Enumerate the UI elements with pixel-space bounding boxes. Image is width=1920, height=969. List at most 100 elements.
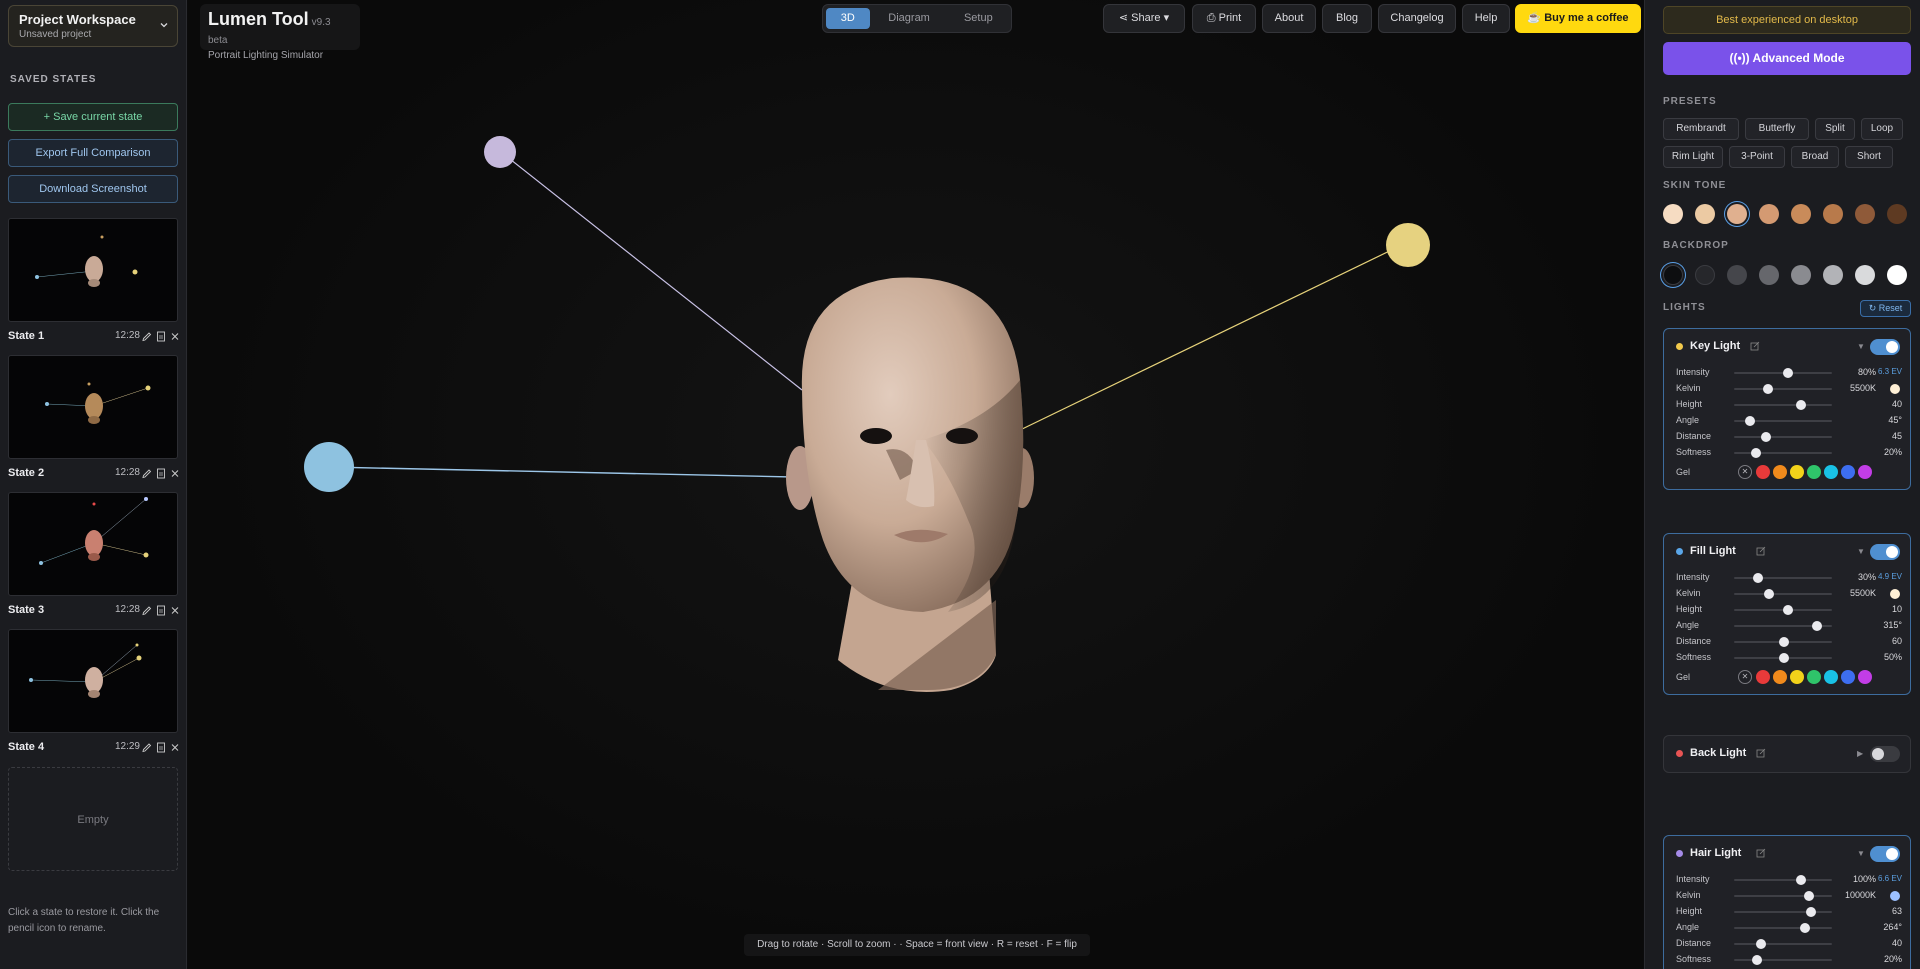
save-state-button[interactable]: + Save current state <box>8 103 178 131</box>
gel-color-swatch[interactable] <box>1824 670 1838 684</box>
skin-tone-swatch[interactable] <box>1887 204 1907 224</box>
backdrop-swatch[interactable] <box>1663 265 1683 285</box>
pencil-icon[interactable] <box>142 466 152 479</box>
light-toggle[interactable] <box>1870 339 1900 355</box>
intensity-slider-knob[interactable] <box>1752 573 1763 583</box>
kelvin-slider-knob[interactable] <box>1804 891 1815 901</box>
gel-color-swatch[interactable] <box>1790 465 1804 479</box>
distance-slider-knob[interactable] <box>1778 637 1789 647</box>
tab-diagram[interactable]: Diagram <box>870 8 949 29</box>
gel-color-swatch[interactable] <box>1807 670 1821 684</box>
distance-slider-track[interactable] <box>1734 436 1832 438</box>
kelvin-slider-track[interactable] <box>1734 895 1832 897</box>
gel-color-swatch[interactable] <box>1773 465 1787 479</box>
hair-light-source[interactable] <box>484 136 516 168</box>
gel-color-swatch[interactable] <box>1790 670 1804 684</box>
export-comparison-button[interactable]: Export Full Comparison <box>8 139 178 167</box>
backdrop-swatch[interactable] <box>1823 265 1843 285</box>
collapse-icon[interactable]: ▼ <box>1857 342 1865 351</box>
angle-slider-track[interactable] <box>1734 927 1832 929</box>
preset-split[interactable]: Split <box>1815 118 1855 140</box>
blog-button[interactable]: Blog <box>1322 4 1372 33</box>
document-icon[interactable] <box>156 603 166 616</box>
intensity-slider-knob[interactable] <box>1782 368 1793 378</box>
skin-tone-swatch[interactable] <box>1855 204 1875 224</box>
intensity-slider-track[interactable] <box>1734 879 1832 881</box>
softness-slider-track[interactable] <box>1734 959 1832 961</box>
angle-slider-knob[interactable] <box>1744 416 1755 426</box>
gel-color-swatch[interactable] <box>1858 465 1872 479</box>
scene-canvas[interactable] <box>188 0 1643 969</box>
skin-tone-swatch[interactable] <box>1791 204 1811 224</box>
preset-3-point[interactable]: 3-Point <box>1729 146 1785 168</box>
softness-slider-track[interactable] <box>1734 452 1832 454</box>
help-button[interactable]: Help <box>1462 4 1510 33</box>
reset-lights-button[interactable]: ↻ Reset <box>1860 300 1911 317</box>
gel-color-swatch[interactable] <box>1807 465 1821 479</box>
gel-color-swatch[interactable] <box>1756 465 1770 479</box>
kelvin-slider-track[interactable] <box>1734 388 1832 390</box>
close-icon[interactable] <box>170 740 180 751</box>
close-icon[interactable] <box>170 603 180 614</box>
close-icon[interactable] <box>170 329 180 340</box>
backdrop-swatch[interactable] <box>1855 265 1875 285</box>
empty-state-slot[interactable]: Empty <box>8 767 178 871</box>
skin-tone-swatch[interactable] <box>1663 204 1683 224</box>
document-icon[interactable] <box>156 329 166 342</box>
distance-slider-knob[interactable] <box>1756 939 1767 949</box>
backdrop-swatch[interactable] <box>1727 265 1747 285</box>
softness-slider-knob[interactable] <box>1750 448 1761 458</box>
tab-setup[interactable]: Setup <box>949 8 1008 29</box>
intensity-slider-knob[interactable] <box>1795 875 1806 885</box>
edit-icon[interactable] <box>1756 848 1766 858</box>
light-toggle[interactable] <box>1870 544 1900 560</box>
saved-state-card[interactable]: State 1 12:28 <box>8 218 180 348</box>
height-slider-knob[interactable] <box>1806 907 1817 917</box>
state-thumbnail[interactable] <box>8 629 178 733</box>
print-button[interactable]: ⎙ Print <box>1192 4 1256 33</box>
changelog-button[interactable]: Changelog <box>1378 4 1456 33</box>
edit-icon[interactable] <box>1756 546 1766 556</box>
saved-state-card[interactable]: State 3 12:28 <box>8 492 180 622</box>
softness-slider-knob[interactable] <box>1778 653 1789 663</box>
light-toggle[interactable] <box>1870 846 1900 862</box>
state-thumbnail[interactable] <box>8 355 178 459</box>
light-toggle[interactable] <box>1870 746 1900 762</box>
height-slider-knob[interactable] <box>1795 400 1806 410</box>
fill-light-source[interactable] <box>304 442 354 492</box>
buy-coffee-button[interactable]: ☕ Buy me a coffee <box>1515 4 1641 33</box>
kelvin-slider-knob[interactable] <box>1764 589 1775 599</box>
preset-loop[interactable]: Loop <box>1861 118 1903 140</box>
gel-color-swatch[interactable] <box>1858 670 1872 684</box>
collapse-icon[interactable]: ▼ <box>1857 547 1865 556</box>
gel-color-swatch[interactable] <box>1756 670 1770 684</box>
about-button[interactable]: About <box>1262 4 1316 33</box>
project-selector[interactable]: Project Workspace Unsaved project <box>8 5 178 47</box>
pencil-icon[interactable] <box>142 329 152 342</box>
pencil-icon[interactable] <box>142 603 152 616</box>
backdrop-swatch[interactable] <box>1791 265 1811 285</box>
advanced-mode-button[interactable]: ((•)) Advanced Mode <box>1663 42 1911 75</box>
collapse-icon[interactable]: ▼ <box>1857 849 1865 858</box>
download-screenshot-button[interactable]: Download Screenshot <box>8 175 178 203</box>
edit-icon[interactable] <box>1756 748 1766 758</box>
backdrop-swatch[interactable] <box>1887 265 1907 285</box>
document-icon[interactable] <box>156 740 166 753</box>
edit-icon[interactable] <box>1750 341 1760 351</box>
tab-3d[interactable]: 3D <box>826 8 870 29</box>
skin-tone-swatch[interactable] <box>1727 204 1747 224</box>
height-slider-track[interactable] <box>1734 404 1832 406</box>
skin-tone-swatch[interactable] <box>1759 204 1779 224</box>
height-slider-knob[interactable] <box>1782 605 1793 615</box>
gel-color-swatch[interactable] <box>1841 465 1855 479</box>
angle-slider-knob[interactable] <box>1812 621 1823 631</box>
3d-viewport[interactable]: Lumen Tool v9.3 beta Portrait Lighting Si… <box>188 0 1643 969</box>
key-light-source[interactable] <box>1386 223 1430 267</box>
pencil-icon[interactable] <box>142 740 152 753</box>
preset-rembrandt[interactable]: Rembrandt <box>1663 118 1739 140</box>
softness-slider-knob[interactable] <box>1751 955 1762 965</box>
skin-tone-swatch[interactable] <box>1695 204 1715 224</box>
saved-state-card[interactable]: State 2 12:28 <box>8 355 179 485</box>
distance-slider-track[interactable] <box>1734 943 1832 945</box>
preset-rim-light[interactable]: Rim Light <box>1663 146 1723 168</box>
